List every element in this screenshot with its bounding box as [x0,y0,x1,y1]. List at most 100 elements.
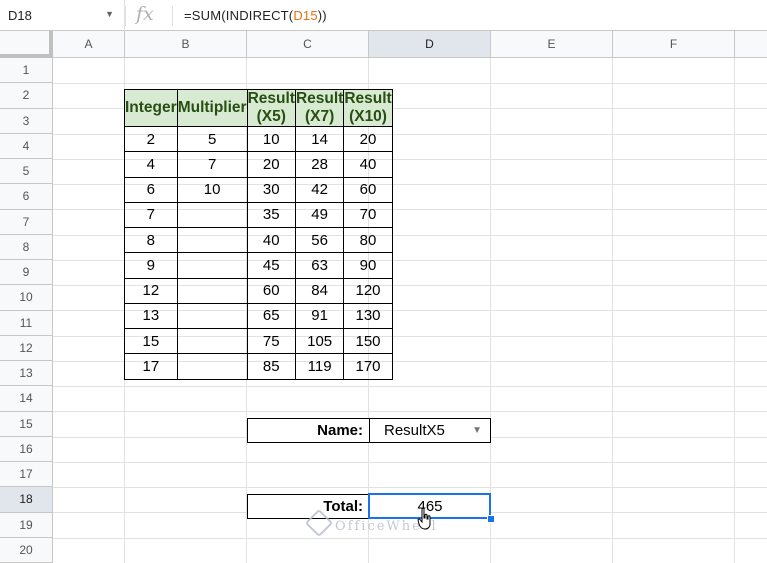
column-header-f[interactable]: F [613,31,735,58]
header-cell[interactable]: Multiplier [176,89,248,127]
table-cell[interactable]: 150 [343,327,393,355]
table-cell[interactable]: 15 [124,327,178,355]
row-header-16[interactable]: 16 [0,436,53,462]
table-cell[interactable]: 45 [246,252,296,279]
table-cell[interactable]: 20 [343,125,393,153]
table-cell[interactable]: 130 [343,302,393,330]
header-cell[interactable]: Integer [124,89,178,127]
table-cell[interactable]: 20 [246,151,296,178]
column-header-e[interactable]: E [491,31,613,58]
row-header-9[interactable]: 9 [0,260,53,286]
name-dropdown[interactable]: ResultX5 ▼ [369,418,491,443]
row-header-6[interactable]: 6 [0,184,53,210]
table-cell[interactable]: 12 [124,277,178,304]
row-header-15[interactable]: 15 [0,411,53,437]
table-cell[interactable]: 63 [294,252,345,279]
select-all-corner[interactable] [0,31,53,58]
table-row: 4 7 20 28 40 [124,151,393,178]
table-cell[interactable]: 40 [246,226,296,254]
table-cell[interactable]: 75 [246,327,296,355]
table-cell[interactable]: 40 [343,151,393,178]
table-cell[interactable]: 7 [176,151,248,178]
table-cell[interactable] [176,302,248,330]
table-cell[interactable]: 119 [294,353,345,380]
divider [172,6,173,26]
name-box[interactable]: D18 ▼ [0,0,125,31]
row-header-4[interactable]: 4 [0,133,53,159]
table-cell[interactable]: 70 [343,201,393,229]
gridline [612,58,613,563]
row-header-14[interactable]: 14 [0,386,53,412]
table-cell[interactable]: 49 [294,201,345,229]
table-cell[interactable] [176,252,248,279]
row-header-18[interactable]: 18 [0,487,53,513]
table-row: 8 40 56 80 [124,226,393,254]
gridline [53,487,767,488]
row-header-20[interactable]: 20 [0,537,53,563]
column-header-d[interactable]: D [369,31,491,58]
table-cell[interactable]: 65 [246,302,296,330]
table-cell[interactable]: 17 [124,353,178,380]
table-cell[interactable]: 90 [343,252,393,279]
header-cell[interactable]: Result (X5) [246,89,296,127]
logo-icon [304,508,334,538]
row-header-2[interactable]: 2 [0,83,53,109]
column-header-g[interactable] [735,31,767,58]
table-cell[interactable] [176,201,248,229]
table-cell[interactable]: 30 [246,176,296,203]
divider [125,6,126,26]
row-header-17[interactable]: 17 [0,462,53,488]
table-cell[interactable]: 6 [124,176,178,203]
table-row: 12 60 84 120 [124,277,393,304]
chevron-down-icon[interactable]: ▼ [105,9,114,19]
formula-input[interactable]: =SUM(INDIRECT(D15)) [184,8,327,23]
table-cell[interactable]: 7 [124,201,178,229]
table-cell[interactable]: 105 [294,327,345,355]
table-cell[interactable]: 60 [343,176,393,203]
table-cell[interactable]: 56 [294,226,345,254]
table-cell[interactable]: 60 [246,277,296,304]
table-cell[interactable]: 84 [294,277,345,304]
table-cell[interactable]: 28 [294,151,345,178]
header-cell[interactable]: Result (X7) [294,89,345,127]
table-cell[interactable]: 10 [176,176,248,203]
row-header-13[interactable]: 13 [0,361,53,387]
name-box-ref: D18 [8,8,32,23]
table-cell[interactable]: 10 [246,125,296,153]
table-cell[interactable]: 80 [343,226,393,254]
table-cell[interactable]: 35 [246,201,296,229]
row-header-12[interactable]: 12 [0,335,53,361]
row-header-8[interactable]: 8 [0,234,53,260]
table-row: 15 75 105 150 [124,327,393,355]
row-header-19[interactable]: 19 [0,512,53,538]
table-cell[interactable]: 8 [124,226,178,254]
column-header-c[interactable]: C [247,31,369,58]
table-cell[interactable] [176,277,248,304]
table-cell[interactable]: 4 [124,151,178,178]
row-header-5[interactable]: 5 [0,159,53,185]
table-cell[interactable] [176,353,248,380]
table-cell[interactable]: 42 [294,176,345,203]
table-cell[interactable]: 13 [124,302,178,330]
row-header-1[interactable]: 1 [0,58,53,84]
table-cell[interactable]: 5 [176,125,248,153]
table-cell[interactable]: 120 [343,277,393,304]
table-cell[interactable]: 9 [124,252,178,279]
row-header-10[interactable]: 10 [0,285,53,311]
header-cell[interactable]: Result (X10) [343,89,393,127]
gridline [734,58,735,563]
table-cell[interactable]: 2 [124,125,178,153]
dropdown-arrow-icon[interactable]: ▼ [472,419,482,443]
table-cell[interactable]: 170 [343,353,393,380]
row-header-7[interactable]: 7 [0,209,53,235]
fill-handle[interactable] [487,515,495,523]
table-cell[interactable] [176,226,248,254]
row-header-11[interactable]: 11 [0,310,53,336]
table-cell[interactable]: 85 [246,353,296,380]
row-header-3[interactable]: 3 [0,108,53,134]
table-cell[interactable]: 91 [294,302,345,330]
column-header-a[interactable]: A [53,31,125,58]
column-header-b[interactable]: B [125,31,247,58]
table-cell[interactable] [176,327,248,355]
table-cell[interactable]: 14 [294,125,345,153]
